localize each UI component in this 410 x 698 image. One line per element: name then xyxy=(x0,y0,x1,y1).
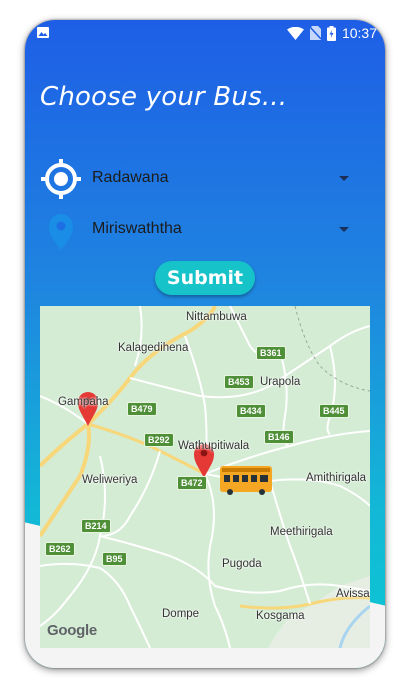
road-shield: B292 xyxy=(144,433,174,447)
status-time: 10:37 xyxy=(341,25,377,41)
map-place-label: Pugoda xyxy=(222,558,262,570)
road-shield: B479 xyxy=(127,402,157,416)
wifi-icon xyxy=(286,26,304,40)
road-shield: B453 xyxy=(224,375,254,389)
map-place-label: Meethirigala xyxy=(270,526,333,538)
map-place-label: Urapola xyxy=(260,376,301,388)
road-shield: B445 xyxy=(319,404,349,418)
map-view[interactable]: Nittambuwa Kalagedihena Urapola Gampaha … xyxy=(40,306,370,648)
google-logo: Google xyxy=(47,622,97,639)
page-title: Choose your Bus... xyxy=(40,82,288,112)
map-place-label: Gampaha xyxy=(58,396,109,408)
origin-value: Radawana xyxy=(92,169,169,186)
road-shield: B361 xyxy=(256,346,286,360)
road-shield: B472 xyxy=(177,476,207,490)
chevron-down-icon xyxy=(339,176,349,181)
map-place-label: Kosgama xyxy=(256,610,305,622)
image-notification-icon xyxy=(37,27,49,38)
bus-icon[interactable] xyxy=(220,466,272,495)
gps-target-icon xyxy=(41,159,81,199)
status-bar: 10:37 xyxy=(25,20,385,46)
road-shield: B214 xyxy=(81,519,111,533)
map-place-label: Kalagedihena xyxy=(118,342,189,354)
road-shield: B95 xyxy=(102,552,127,566)
phone-frame: 10:37 Choose your Bus... Radawana Mirisw… xyxy=(25,20,385,668)
road-shield: B146 xyxy=(264,430,294,444)
submit-button[interactable]: Submit xyxy=(155,261,255,295)
destination-value: Miriswaththa xyxy=(92,220,182,237)
destination-dropdown[interactable]: Miriswaththa xyxy=(41,208,359,252)
map-place-label: Wathupitiwala xyxy=(178,440,250,452)
status-icons: 10:37 xyxy=(286,25,377,41)
origin-dropdown[interactable]: Radawana xyxy=(41,157,359,201)
location-pin-icon xyxy=(49,214,73,250)
map-place-label: Dompe xyxy=(162,608,200,620)
road-shield: B262 xyxy=(45,542,75,556)
battery-icon xyxy=(326,25,336,41)
map-place-label: Weliweriya xyxy=(82,474,138,486)
map-place-label: Amithirigala xyxy=(306,472,367,484)
no-sim-icon xyxy=(309,26,321,40)
map-place-label: Nittambuwa xyxy=(186,311,247,323)
chevron-down-icon xyxy=(339,227,349,232)
road-shield: B434 xyxy=(236,404,266,418)
map-place-label: Avissa xyxy=(336,588,370,600)
